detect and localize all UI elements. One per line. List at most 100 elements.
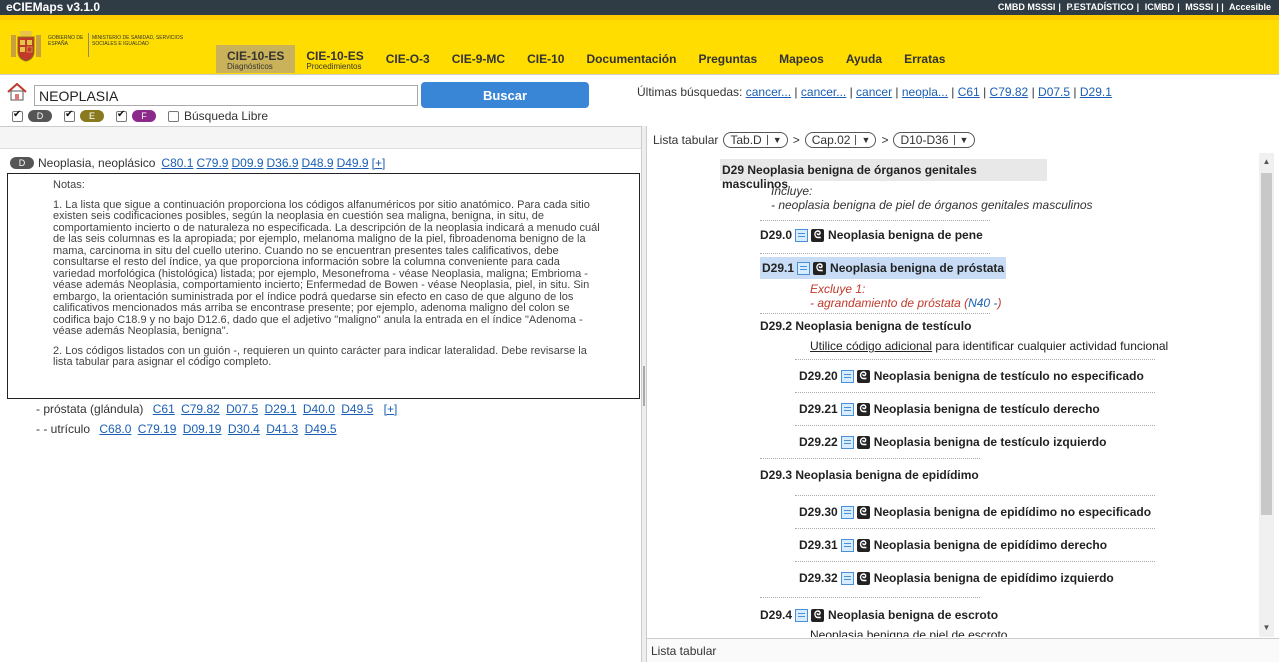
escroto-subline: Neoplasia benigna de piel de escroto xyxy=(810,628,1008,637)
code-link[interactable]: C79.19 xyxy=(138,422,177,436)
code-link[interactable]: C79.82 xyxy=(181,402,220,416)
code-row[interactable]: D29.32 ᘓ Neoplasia benigna de epidídimo … xyxy=(799,571,1114,585)
crumb-chapter[interactable]: Cap.02 ▼ xyxy=(804,132,877,148)
link-cmbd[interactable]: CMBD MSSSI xyxy=(998,2,1056,12)
busqueda-libre-checkbox[interactable] xyxy=(168,110,179,122)
recent-item[interactable]: D29.1 xyxy=(1080,85,1112,99)
note-icon[interactable] xyxy=(795,228,809,242)
code-row[interactable]: D29.3 Neoplasia benigna de epidídimo xyxy=(760,468,979,482)
nav-erratas[interactable]: Erratas xyxy=(893,45,956,73)
note-icon[interactable] xyxy=(840,538,854,552)
code-row[interactable]: D29.20 ᘓ Neoplasia benigna de testículo … xyxy=(799,369,1144,383)
code-link[interactable]: D40.0 xyxy=(303,402,335,416)
code-link[interactable]: D29.1 xyxy=(265,402,297,416)
nav-preguntas[interactable]: Preguntas xyxy=(687,45,768,73)
mapping-icon[interactable]: ᘓ xyxy=(811,228,825,242)
note-icon[interactable] xyxy=(840,505,854,519)
code-link[interactable]: C61 xyxy=(153,402,175,416)
filter-d-checkbox[interactable] xyxy=(12,109,23,122)
code-link[interactable]: D49.5 xyxy=(341,402,373,416)
expand-link[interactable]: [+] xyxy=(372,156,386,170)
recent-item[interactable]: cancer... xyxy=(746,85,791,99)
recent-item[interactable]: C79.82 xyxy=(990,85,1029,99)
mapping-icon[interactable]: ᘓ xyxy=(856,571,870,585)
code-link[interactable]: D36.9 xyxy=(267,156,299,170)
link-msssi[interactable]: MSSSI xyxy=(1185,2,1213,12)
code-link[interactable]: C79.9 xyxy=(196,156,228,170)
nav-cie10[interactable]: CIE-10 xyxy=(516,45,575,73)
nav-documentacion[interactable]: Documentación xyxy=(575,45,687,73)
note-icon[interactable] xyxy=(840,402,854,416)
recent-item[interactable]: cancer... xyxy=(801,85,846,99)
mapping-icon[interactable]: ᘓ xyxy=(856,402,870,416)
code-row[interactable]: D29.4 ᘓ Neoplasia benigna de escroto xyxy=(760,608,998,622)
filter-f-checkbox[interactable] xyxy=(116,109,127,122)
code-row-selected[interactable]: D29.1 ᘓ Neoplasia benigna de próstata xyxy=(760,257,1007,279)
nav-cieo3[interactable]: CIE-O-3 xyxy=(375,45,441,73)
recent-item[interactable]: D07.5 xyxy=(1038,85,1070,99)
code-link[interactable]: D41.3 xyxy=(266,422,298,436)
code-link[interactable]: D30.4 xyxy=(228,422,260,436)
home-icon[interactable] xyxy=(6,83,28,101)
filter-e-checkbox[interactable] xyxy=(64,109,75,122)
code-link[interactable]: C68.0 xyxy=(99,422,131,436)
code-row[interactable]: D29.31 ᘓ Neoplasia benigna de epidídimo … xyxy=(799,538,1107,552)
status-footer: Lista tabular xyxy=(647,638,1279,662)
index-entry: D Neoplasia, neoplásico C80.1 C79.9 D09.… xyxy=(10,156,388,170)
note-icon[interactable] xyxy=(840,435,854,449)
nav-mapeos[interactable]: Mapeos xyxy=(768,45,835,73)
note-icon[interactable] xyxy=(840,571,854,585)
scroll-thumb[interactable] xyxy=(1261,173,1272,515)
link-icmbd[interactable]: ICMBD xyxy=(1145,2,1175,12)
code-link[interactable]: D49.9 xyxy=(337,156,369,170)
code-link[interactable]: C80.1 xyxy=(161,156,193,170)
code-link[interactable]: D07.5 xyxy=(226,402,258,416)
note-icon[interactable] xyxy=(797,261,811,275)
breadcrumb: Lista tabular Tab.D ▼ > Cap.02 ▼ > D10-D36… xyxy=(653,132,980,148)
expand-link[interactable]: [+] xyxy=(384,402,398,416)
recent-item[interactable]: cancer xyxy=(856,85,892,99)
government-logo[interactable]: GOBIERNO DE ESPAÑA MINISTERIO DE SANIDAD… xyxy=(8,29,198,67)
notes-box: Notas: 1. La lista que sigue a continuac… xyxy=(7,173,640,399)
scroll-down-icon[interactable]: ▼ xyxy=(1259,621,1274,635)
utilice-link[interactable]: Utilice código adicional xyxy=(810,339,932,353)
code-link[interactable]: D48.9 xyxy=(302,156,334,170)
search-input[interactable] xyxy=(34,85,418,106)
entry-term: Neoplasia, neoplásico xyxy=(38,156,156,170)
recent-item[interactable]: neopla... xyxy=(902,85,948,99)
excluye-label: Excluye 1: xyxy=(810,282,866,296)
mapping-icon[interactable]: ᘓ xyxy=(813,261,827,275)
nav-cie9mc[interactable]: CIE-9-MC xyxy=(441,45,516,73)
mapping-icon[interactable]: ᘓ xyxy=(811,608,825,622)
excluye-code-link[interactable]: N40 - xyxy=(968,296,997,310)
vertical-scrollbar[interactable]: ▲ ▼ xyxy=(1259,153,1274,637)
note-icon[interactable] xyxy=(795,608,809,622)
mapping-icon[interactable]: ᘓ xyxy=(856,435,870,449)
link-accesible[interactable]: Accesible xyxy=(1229,2,1271,12)
code-row[interactable]: D29.30 ᘓ Neoplasia benigna de epidídimo … xyxy=(799,505,1151,519)
note-icon[interactable] xyxy=(840,369,854,383)
mapping-icon[interactable]: ᘓ xyxy=(856,369,870,383)
index-panel: D Neoplasia, neoplásico C80.1 C79.9 D09.… xyxy=(0,126,641,662)
nav-cie10es-diagnosticos[interactable]: CIE-10-ES Diagnósticos xyxy=(216,45,296,73)
search-button[interactable]: Buscar xyxy=(421,82,589,108)
mapping-icon[interactable]: ᘓ xyxy=(856,538,870,552)
scroll-up-icon[interactable]: ▲ xyxy=(1259,155,1274,169)
recent-item[interactable]: C61 xyxy=(958,85,980,99)
crumb-tab[interactable]: Tab.D ▼ xyxy=(723,132,788,148)
mapping-icon[interactable]: ᘓ xyxy=(856,505,870,519)
code-row[interactable]: D29.21 ᘓ Neoplasia benigna de testículo … xyxy=(799,402,1100,416)
code-link[interactable]: D09.9 xyxy=(231,156,263,170)
nav-ayuda[interactable]: Ayuda xyxy=(835,45,893,73)
breadcrumb-label: Lista tabular xyxy=(653,133,719,147)
code-row[interactable]: D29.0 ᘓ Neoplasia benigna de pene xyxy=(760,228,983,242)
gov-label: GOBIERNO DE ESPAÑA xyxy=(48,35,84,47)
crumb-block[interactable]: D10-D36 ▼ xyxy=(893,132,975,148)
chevron-down-icon: ▼ xyxy=(855,135,875,145)
code-link[interactable]: D09.19 xyxy=(183,422,222,436)
code-link[interactable]: D49.5 xyxy=(305,422,337,436)
code-row[interactable]: D29.2 Neoplasia benigna de testículo xyxy=(760,319,971,333)
link-estadistico[interactable]: P.ESTADÍSTICO xyxy=(1066,2,1133,12)
nav-cie10es-procedimientos[interactable]: CIE-10-ES Procedimientos xyxy=(295,45,374,73)
code-row[interactable]: D29.22 ᘓ Neoplasia benigna de testículo … xyxy=(799,435,1106,449)
